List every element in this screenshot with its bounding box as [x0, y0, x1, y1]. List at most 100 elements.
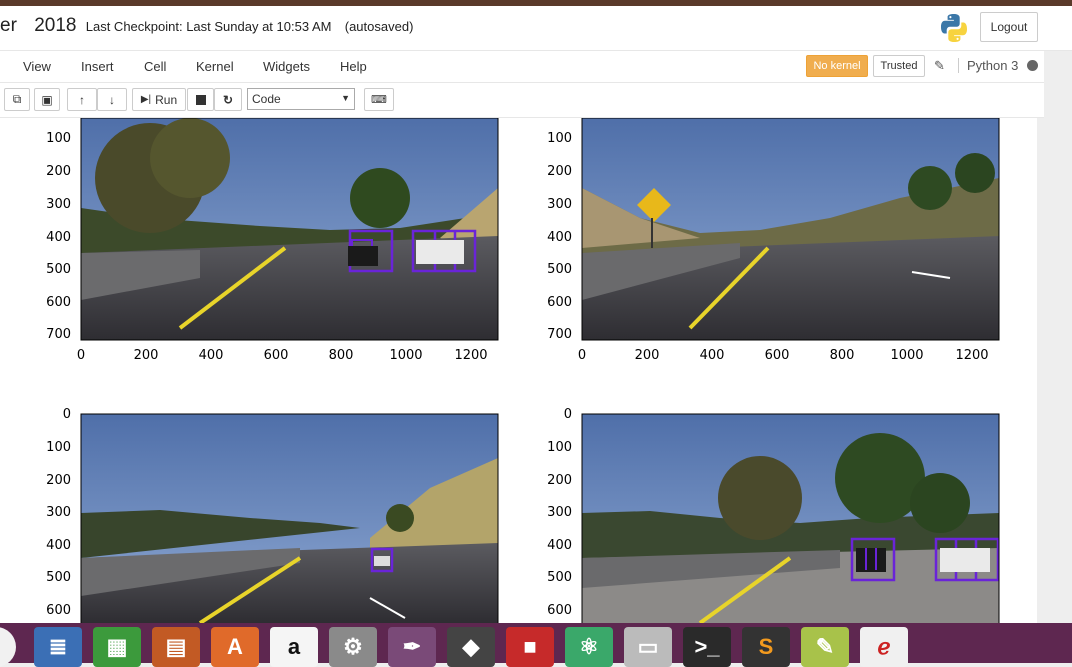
- plot-1: 100 200 300 400 500 600 700 0 200 400 60…: [46, 118, 499, 363]
- y-tick-label: 100: [547, 440, 572, 455]
- y-tick-label: 400: [46, 538, 71, 553]
- x-tick-label: 800: [830, 348, 855, 363]
- amazon-icon[interactable]: a: [270, 627, 318, 667]
- command-palette-button[interactable]: ⌨: [364, 88, 394, 111]
- notebook-title-area: er 2018 Last Checkpoint: Last Sunday at …: [0, 15, 413, 37]
- plot-2-image: [582, 118, 999, 340]
- app-name-fragment: er: [0, 15, 17, 36]
- x-tick-label: 600: [264, 348, 289, 363]
- plot-2: 100 200 300 400 500 600 700 0 200 400 60…: [547, 118, 1000, 363]
- copy-cell-button[interactable]: ⧉: [4, 88, 30, 111]
- plot-3-image: [81, 414, 498, 623]
- y-tick-label: 600: [46, 295, 71, 310]
- paste-cell-button[interactable]: ▣: [34, 88, 60, 111]
- plot-4: 0 100 200 300 400 500 600: [547, 407, 1000, 623]
- atom-icon[interactable]: ⚛: [565, 627, 613, 667]
- plot-1-y-axis: 100 200 300 400 500 600 700: [46, 131, 71, 342]
- logout-button[interactable]: Logout: [980, 12, 1038, 42]
- x-tick-label: 400: [700, 348, 725, 363]
- x-tick-label: 400: [199, 348, 224, 363]
- x-tick-label: 600: [765, 348, 790, 363]
- notebook-scroll-area[interactable]: [1037, 118, 1072, 623]
- y-tick-label: 400: [547, 230, 572, 245]
- menu-help[interactable]: Help: [340, 59, 367, 74]
- y-tick-label: 500: [46, 570, 71, 585]
- menu-insert[interactable]: Insert: [81, 59, 114, 74]
- kernel-name: Python 3: [958, 58, 1018, 73]
- drive-icon[interactable]: ▭: [624, 627, 672, 667]
- run-cell-button[interactable]: ▶| Run: [132, 88, 186, 111]
- x-tick-label: 0: [77, 348, 85, 363]
- paste-icon: ▣: [41, 92, 53, 107]
- interrupt-kernel-button[interactable]: [187, 88, 214, 111]
- y-tick-label: 700: [46, 327, 71, 342]
- y-tick-label: 300: [46, 197, 71, 212]
- chevron-down-icon: ▼: [341, 93, 350, 103]
- gedit-icon[interactable]: ✎: [801, 627, 849, 667]
- x-tick-label: 200: [635, 348, 660, 363]
- stop-icon: [195, 94, 206, 105]
- arrow-down-icon: ↓: [109, 92, 115, 107]
- plot-4-y-axis: 0 100 200 300 400 500 600: [547, 407, 572, 618]
- office-icon[interactable]: ■: [506, 627, 554, 667]
- settings-icon[interactable]: ⚙: [329, 627, 377, 667]
- notebook-toolbar: ⧉ ▣ ↑ ↓ ▶| Run ↻ ⌨: [0, 83, 1044, 118]
- inkscape-pen-icon[interactable]: ✒: [388, 627, 436, 667]
- restart-icon: ↻: [222, 92, 234, 107]
- y-tick-label: 600: [547, 295, 572, 310]
- notebook-title[interactable]: 2018: [34, 15, 76, 36]
- plot-3-y-axis: 0 100 200 300 400 500 600: [46, 407, 71, 618]
- move-cell-up-button[interactable]: ↑: [67, 88, 97, 111]
- y-tick-label: 400: [46, 230, 71, 245]
- edit-pencil-icon[interactable]: ✎: [934, 58, 945, 74]
- kernel-status-indicator[interactable]: No kernel: [806, 55, 868, 77]
- x-tick-label: 800: [329, 348, 354, 363]
- y-tick-label: 400: [547, 538, 572, 553]
- cell-type-select[interactable]: Code ▼: [247, 88, 355, 110]
- y-tick-label: 100: [46, 440, 71, 455]
- sublime-icon[interactable]: S: [742, 627, 790, 667]
- kernel-idle-indicator-icon: [1027, 60, 1038, 71]
- y-tick-label: 100: [46, 131, 71, 146]
- impress-icon[interactable]: ▤: [152, 627, 200, 667]
- menu-view[interactable]: View: [23, 59, 51, 74]
- notebook-header: er 2018 Last Checkpoint: Last Sunday at …: [0, 6, 1072, 51]
- chrome-icon[interactable]: [0, 627, 16, 667]
- autosave-status: (autosaved): [344, 19, 414, 34]
- plot-1-image: [81, 118, 498, 340]
- menu-widgets[interactable]: Widgets: [263, 59, 310, 74]
- y-tick-label: 0: [564, 407, 572, 422]
- y-tick-label: 300: [547, 197, 572, 212]
- plot-2-y-axis: 100 200 300 400 500 600 700: [547, 131, 572, 342]
- keyboard-icon: ⌨: [371, 94, 387, 106]
- writer-icon[interactable]: ≣: [34, 627, 82, 667]
- python-logo-icon: [941, 14, 967, 42]
- restart-kernel-button[interactable]: ↻: [214, 88, 242, 111]
- y-tick-label: 500: [46, 262, 71, 277]
- menu-cell[interactable]: Cell: [144, 59, 166, 74]
- inkscape-icon[interactable]: ◆: [447, 627, 495, 667]
- x-tick-label: 1200: [454, 348, 487, 363]
- x-tick-label: 1000: [890, 348, 923, 363]
- checkpoint-status: Last Checkpoint: Last Sunday at 10:53 AM: [85, 19, 332, 34]
- calc-icon[interactable]: ▦: [93, 627, 141, 667]
- output-figure: 100 200 300 400 500 600 700 0 200 400 60…: [46, 118, 1000, 623]
- copy-icon: ⧉: [12, 92, 22, 106]
- notebook-output-area: 100 200 300 400 500 600 700 0 200 400 60…: [0, 118, 1037, 623]
- move-cell-down-button[interactable]: ↓: [97, 88, 127, 111]
- y-tick-label: 300: [547, 505, 572, 520]
- y-tick-label: 500: [547, 570, 572, 585]
- terminal-icon[interactable]: >_: [683, 627, 731, 667]
- software-center-icon[interactable]: A: [211, 627, 259, 667]
- evince-icon[interactable]: ℯ: [860, 627, 908, 667]
- menu-kernel[interactable]: Kernel: [196, 59, 234, 74]
- trusted-indicator[interactable]: Trusted: [873, 55, 925, 77]
- x-tick-label: 1000: [389, 348, 422, 363]
- y-tick-label: 300: [46, 505, 71, 520]
- cell-type-value: Code: [252, 92, 281, 106]
- plot-1-x-axis: 0 200 400 600 800 1000 1200: [77, 348, 488, 363]
- plot-2-x-axis: 0 200 400 600 800 1000 1200: [578, 348, 989, 363]
- y-tick-label: 0: [63, 407, 71, 422]
- plot-4-image: [582, 414, 1000, 623]
- y-tick-label: 600: [46, 603, 71, 618]
